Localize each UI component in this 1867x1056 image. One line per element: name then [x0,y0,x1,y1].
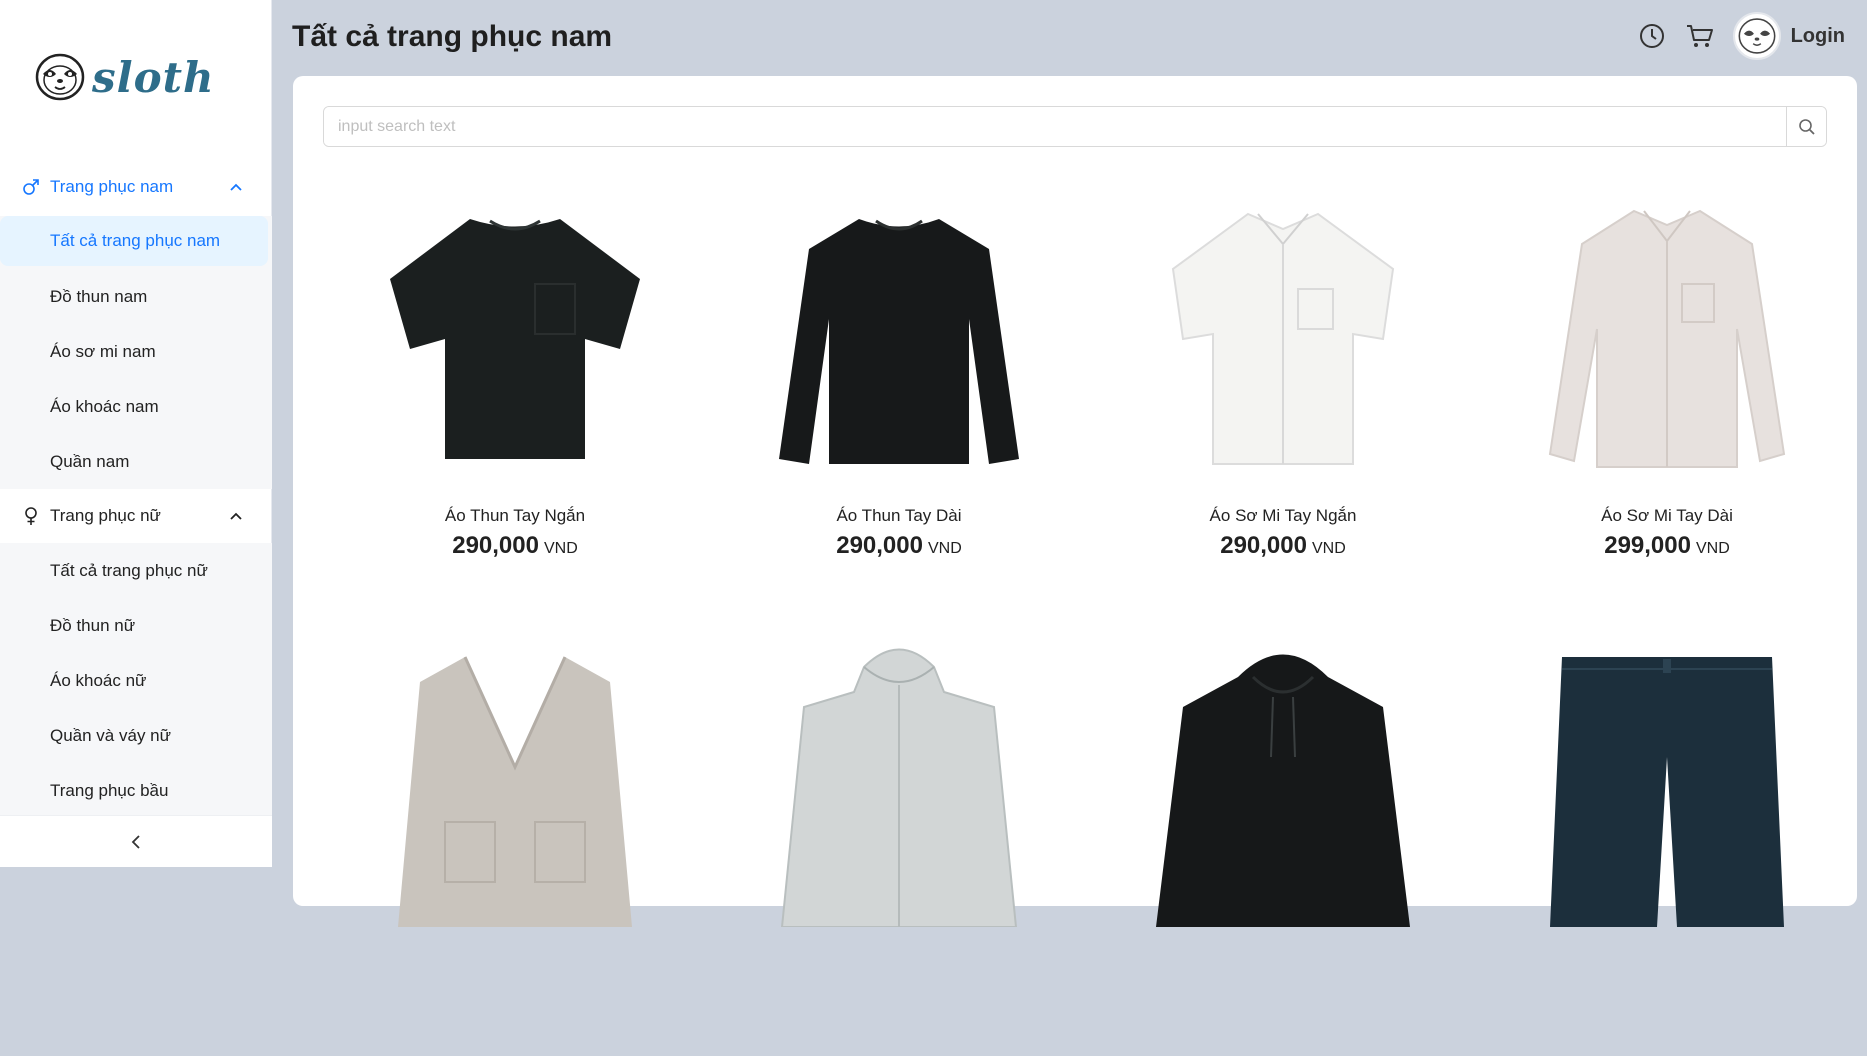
sidebar-item-all-women[interactable]: Tất cả trang phục nữ [0,543,272,598]
sidebar-item-jacket-women[interactable]: Áo khoác nữ [0,653,272,708]
brand-logo[interactable]: sloth [34,52,215,102]
menu-group-label: Trang phục nam [50,177,174,196]
female-icon [20,505,42,527]
sidebar-item-tshirt-men[interactable]: Đồ thun nam [0,269,272,324]
chevron-up-icon[interactable] [228,508,244,524]
search-button[interactable] [1786,107,1826,146]
chevron-left-icon [131,834,140,849]
search-icon [1798,118,1815,135]
sidebar-item-shirt-men[interactable]: Áo sơ mi nam [0,324,272,379]
cardigan-icon [398,656,632,927]
product-image-beige-shirt[interactable] [1517,184,1817,484]
menu-group-men[interactable]: Trang phục nam [0,160,272,214]
price-currency: VND [1311,540,1346,557]
price-value: 290,000 [1220,532,1307,559]
collapse-sidebar-button[interactable] [0,815,272,867]
sidebar-item-pants-men[interactable]: Quần nam [0,434,272,489]
sloth-logo-icon [35,53,85,101]
product-card[interactable] [707,632,1091,1056]
shorts-icon [1550,657,1784,927]
product-name: Áo Thun Tay Dài [836,506,962,525]
history-button[interactable] [1635,19,1669,53]
sidebar-item-all-men[interactable]: Tất cả trang phục nam [0,216,268,266]
jacket-icon [780,648,1018,927]
category-menu: Trang phục nam Tất cả trang phục nam Đồ … [0,160,272,818]
chevron-up-icon[interactable] [228,179,244,195]
product-price: 290,000 VND [452,532,578,560]
sidebar-item-jacket-men[interactable]: Áo khoác nam [0,379,272,434]
cart-button[interactable] [1683,19,1717,53]
product-price: 290,000 VND [1220,532,1346,560]
product-name: Áo Sơ Mi Tay Dài [1601,506,1733,525]
product-name: Áo Sơ Mi Tay Ngắn [1209,506,1357,525]
product-card[interactable] [1091,632,1475,1056]
login-button[interactable]: Login [1791,25,1845,48]
sidebar: sloth Trang phục nam Tất cả trang phục n… [0,0,272,867]
product-card[interactable]: Áo Sơ Mi Tay Dài 299,000 VND [1475,184,1859,608]
shirt-icon [1548,209,1786,468]
header: Tất cả trang phục nam Login [272,0,1867,76]
sidebar-item-maternity[interactable]: Trang phục bầu [0,763,272,818]
product-image-navy-shorts[interactable] [1517,632,1817,932]
sidebar-item-tshirt-women[interactable]: Đồ thun nữ [0,598,272,653]
product-card[interactable] [323,632,707,1056]
search-bar [323,106,1827,147]
sidebar-item-pants-skirts-women[interactable]: Quần và váy nữ [0,708,272,763]
male-icon [20,176,42,198]
product-grid: Áo Thun Tay Ngắn 290,000 VND Áo Thun Tay… [323,184,1859,1056]
submenu-women: Tất cả trang phục nữ Đồ thun nữ Áo khoác… [0,543,272,818]
shirt-icon [1171,212,1395,465]
price-currency: VND [543,540,578,557]
price-value: 299,000 [1604,532,1691,559]
menu-group-women[interactable]: Trang phục nữ [0,489,272,543]
product-image-white-shirt[interactable] [1133,184,1433,484]
product-price: 299,000 VND [1604,532,1730,560]
price-value: 290,000 [452,532,539,559]
product-card[interactable] [1475,632,1859,1056]
product-image-beige-cardigan[interactable] [365,632,665,932]
product-image-black-hoodie[interactable] [1133,632,1433,932]
price-value: 290,000 [836,532,923,559]
brand-name: sloth [92,52,215,102]
menu-group-label: Trang phục nữ [50,506,161,525]
longsleeve-icon [779,219,1019,464]
product-image-grey-jacket[interactable] [749,632,1049,932]
header-actions: Login [1621,12,1845,60]
product-price: 290,000 VND [836,532,962,560]
product-image-black-tee[interactable] [365,184,665,484]
product-image-black-long-tee[interactable] [749,184,1049,484]
hoodie-icon [1156,654,1410,927]
product-card[interactable]: Áo Thun Tay Ngắn 290,000 VND [323,184,707,608]
sloth-avatar-icon [1738,18,1776,54]
history-icon [1639,24,1664,48]
price-currency: VND [927,540,962,557]
price-currency: VND [1695,540,1730,557]
product-name: Áo Thun Tay Ngắn [444,506,586,525]
product-card[interactable]: Áo Sơ Mi Tay Ngắn 290,000 VND [1091,184,1475,608]
search-input[interactable] [324,107,1786,146]
avatar[interactable] [1732,12,1781,60]
submenu-men: Tất cả trang phục nam Đồ thun nam Áo sơ … [0,216,272,489]
cart-icon [1686,25,1713,47]
tshirt-icon [390,219,640,459]
page-title: Tất cả trang phục nam [292,20,613,53]
product-card[interactable]: Áo Thun Tay Dài 290,000 VND [707,184,1091,608]
product-panel: Áo Thun Tay Ngắn 290,000 VND Áo Thun Tay… [293,76,1857,927]
